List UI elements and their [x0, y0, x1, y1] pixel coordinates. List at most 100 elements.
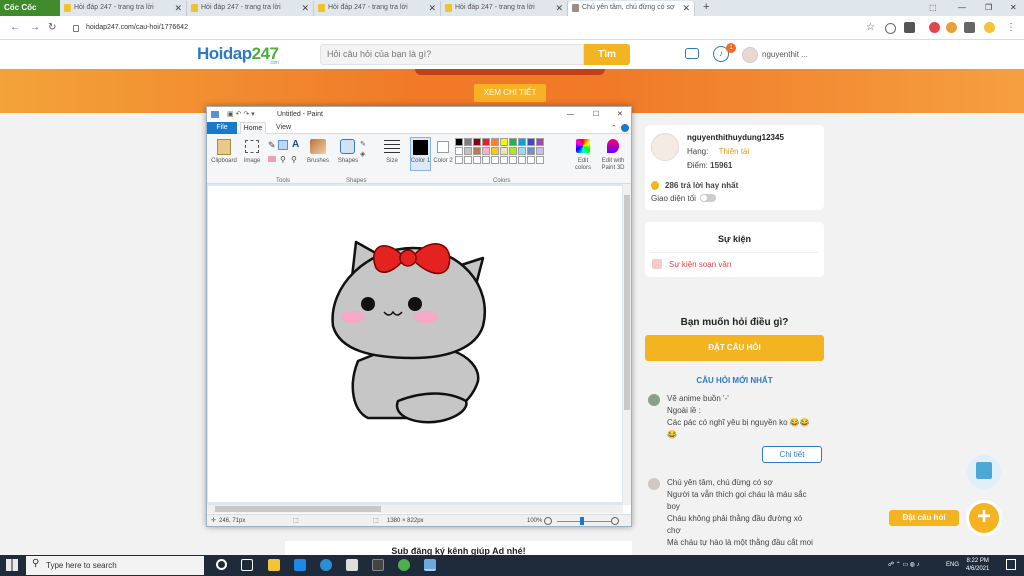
close-tab-icon[interactable]: ✕ [428, 1, 436, 15]
color-swatch[interactable] [455, 138, 463, 146]
menu-icon[interactable]: ⋮ [1006, 16, 1016, 40]
text-icon[interactable]: A [292, 139, 299, 150]
back-icon[interactable]: ← [10, 16, 20, 40]
notifications-icon[interactable] [1006, 559, 1016, 570]
brushes-label[interactable]: Brushes [305, 158, 331, 165]
close-tab-icon[interactable]: ✕ [682, 1, 690, 15]
color2-label[interactable]: Color 2 [433, 158, 453, 165]
vertical-scroll-thumb[interactable] [624, 195, 630, 410]
color-swatch[interactable] [464, 138, 472, 146]
color-swatch[interactable] [455, 156, 463, 164]
color-swatch[interactable] [482, 156, 490, 164]
edit-colors-label[interactable]: Edit colors [572, 158, 594, 172]
paint-taskbar-icon[interactable] [424, 559, 436, 571]
tray-icons[interactable]: ☍ ⌃ ▭ ◍ ♪ [888, 555, 920, 576]
task-view-icon[interactable] [241, 559, 253, 571]
magnifier-icon[interactable]: ⚲ [291, 155, 297, 164]
paint3d-label[interactable]: Edit with Paint 3D [598, 158, 628, 172]
shapes-icon[interactable] [340, 139, 355, 154]
outline-icon[interactable]: ✎ [360, 140, 366, 148]
floating-ask-label[interactable]: Đặt câu hỏi [889, 510, 959, 526]
app-icon[interactable] [372, 559, 384, 571]
new-tab-button[interactable]: + [703, 0, 709, 15]
color-swatch[interactable] [518, 147, 526, 155]
close-tab-icon[interactable]: ✕ [555, 1, 563, 15]
color-swatch[interactable] [473, 138, 481, 146]
site-logo[interactable]: Hoidap247 .com [197, 44, 279, 66]
floating-ask-button[interactable]: + [966, 500, 1002, 536]
color-swatch[interactable] [509, 156, 517, 164]
help-icon[interactable] [621, 124, 629, 132]
shape-fill-icon[interactable]: ◈ [360, 150, 365, 158]
maximize-icon[interactable]: ❐ [985, 0, 992, 16]
edit-colors-icon[interactable] [576, 139, 590, 153]
avatar[interactable] [648, 394, 660, 406]
browser-brand[interactable]: Cốc Cốc [0, 0, 60, 16]
mail-icon[interactable] [294, 559, 306, 571]
search-input[interactable]: Hỏi câu hỏi của bạn là gì? [320, 44, 584, 65]
close-tab-icon[interactable]: ✕ [174, 1, 182, 15]
color-swatch[interactable] [464, 147, 472, 155]
color-swatch[interactable] [455, 147, 463, 155]
extension-icon[interactable] [885, 23, 896, 34]
reload-icon[interactable]: ↻ [48, 16, 56, 40]
drawing-canvas[interactable] [208, 186, 622, 502]
color-swatch[interactable] [518, 156, 526, 164]
menu-file[interactable]: File [207, 122, 237, 134]
profile-avatar[interactable] [651, 133, 679, 161]
close-tab-icon[interactable]: ✕ [301, 1, 309, 15]
color-swatch[interactable] [518, 138, 526, 146]
collapse-ribbon-icon[interactable]: ⌃ [611, 124, 617, 132]
eraser-icon[interactable] [268, 156, 276, 162]
clipboard-label[interactable]: Clipboard [208, 158, 240, 165]
taskbar-search[interactable]: Type here to search [26, 556, 204, 575]
select-icon[interactable] [245, 140, 259, 153]
size-icon[interactable] [384, 140, 400, 154]
edge-icon[interactable] [320, 559, 332, 571]
coccoc-icon[interactable] [398, 559, 410, 571]
zoom-out-icon[interactable] [544, 517, 552, 525]
close-window-icon[interactable]: ✕ [1010, 0, 1017, 16]
color-swatch[interactable] [527, 147, 535, 155]
color-swatch[interactable] [491, 138, 499, 146]
search-button[interactable]: Tìm [584, 44, 630, 65]
color-swatch[interactable] [500, 138, 508, 146]
clock[interactable]: 8:22 PM 4/6/2021 [966, 557, 989, 573]
download-icon[interactable] [904, 22, 915, 33]
pencil-icon[interactable]: ✎ [268, 140, 276, 151]
url-field[interactable]: hoidap247.com/cau-hoi/1776642 [86, 21, 188, 35]
ask-question-button[interactable]: ĐẶT CÂU HỎI [645, 335, 824, 361]
color-swatch[interactable] [509, 147, 517, 155]
forward-icon[interactable]: → [30, 16, 40, 40]
size-label[interactable]: Size [380, 158, 404, 165]
quick-access-icons[interactable]: ▣ ↶ ↷ ▾ [227, 107, 255, 122]
dark-mode-toggle[interactable] [700, 194, 716, 202]
color-swatch[interactable] [500, 156, 508, 164]
banner-detail-button[interactable]: XEM CHI TIẾT [474, 84, 546, 102]
browser-tab[interactable]: Hỏi đáp 247 - trang tra lời ✕ [441, 1, 568, 16]
tab-view[interactable]: View [276, 122, 291, 134]
event-link[interactable]: Sự kiện soạn văn [669, 260, 731, 269]
color-picker-icon[interactable]: ⚲ [280, 155, 286, 164]
minimize-icon[interactable]: — [958, 0, 966, 16]
puzzle-icon[interactable] [964, 22, 975, 33]
brush-icon[interactable] [310, 139, 326, 154]
profile-icon[interactable] [984, 22, 995, 33]
zoom-slider[interactable] [557, 521, 612, 522]
shapes-label[interactable]: Shapes [335, 158, 361, 165]
store-icon[interactable] [346, 559, 358, 571]
avatar[interactable] [648, 478, 660, 490]
color-swatch[interactable] [527, 156, 535, 164]
paint3d-icon[interactable] [607, 139, 619, 153]
fill-icon[interactable] [278, 140, 288, 150]
language-indicator[interactable]: ENG [946, 555, 959, 576]
color-swatch[interactable] [482, 147, 490, 155]
color-swatch[interactable] [482, 138, 490, 146]
cortana-icon[interactable] [216, 559, 227, 570]
color-swatch[interactable] [473, 156, 481, 164]
image-label[interactable]: Image [238, 158, 266, 165]
color2-swatch[interactable] [437, 141, 449, 153]
zoom-in-icon[interactable] [611, 517, 619, 525]
tab-home[interactable]: Home [240, 122, 266, 134]
detail-button[interactable]: Chi tiết [762, 446, 822, 463]
